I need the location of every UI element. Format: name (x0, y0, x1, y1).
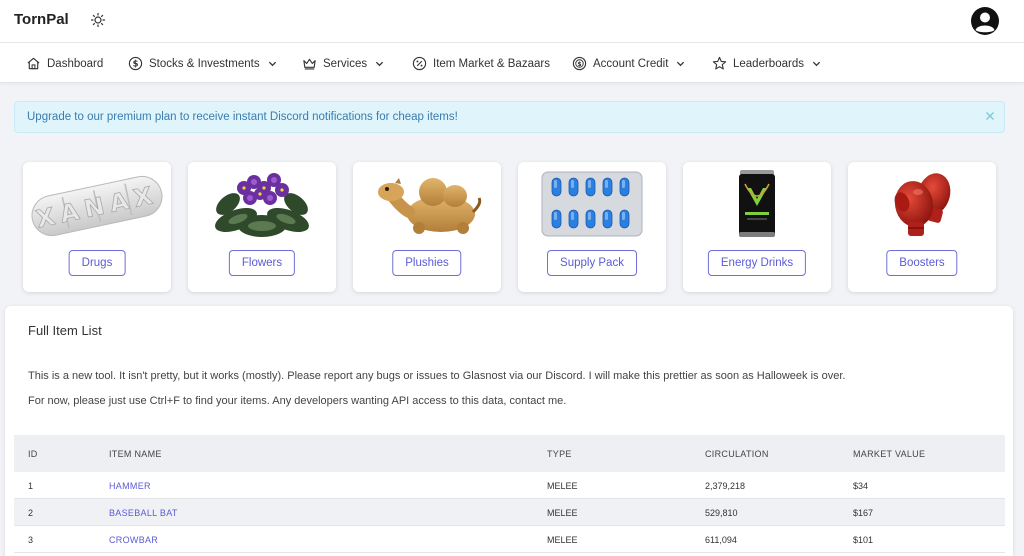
category-card-plushies: Plushies (353, 162, 501, 292)
column-header-id: ID (28, 449, 38, 459)
cell-market-value: $34 (853, 481, 869, 491)
column-header-type: TYPE (547, 449, 572, 459)
energy-can-image (739, 170, 775, 237)
dollar-circle-icon: $ (128, 56, 143, 71)
svg-text:$: $ (133, 59, 139, 69)
flowers-button[interactable]: Flowers (228, 250, 296, 276)
nav-label: Account Credit (593, 57, 669, 70)
premium-alert: Upgrade to our premium plan to receive i… (14, 101, 1005, 133)
boosters-button[interactable]: Boosters (886, 250, 958, 276)
crown-icon (303, 58, 316, 70)
category-card-drugs: XANAX Drugs (23, 162, 171, 292)
xanax-pill-image: XANAX (31, 175, 163, 237)
category-card-energy-drinks: Energy Drinks (683, 162, 831, 292)
cell-market-value: $101 (853, 535, 874, 545)
cell-type: MELEE (547, 535, 578, 545)
nav-item-leaderboards[interactable]: Leaderboards (712, 55, 821, 72)
nav-item-stocks[interactable]: $ Stocks & Investments (128, 55, 277, 72)
item-list-panel: Full Item List This is a new tool. It is… (5, 306, 1013, 556)
drugs-button[interactable]: Drugs (68, 250, 126, 276)
chevron-down-icon (376, 61, 384, 67)
item-table: ID ITEM NAME TYPE CIRCULATION MARKET VAL… (14, 435, 1005, 553)
app-title[interactable]: TornPal (14, 11, 69, 28)
main-nav: Dashboard $ Stocks & Investments Service… (0, 43, 1024, 83)
cell-market-value: $167 (853, 508, 874, 518)
nav-label: Leaderboards (733, 57, 804, 70)
cell-circulation: 2,379,218 (705, 481, 746, 491)
table-row: 3 CROWBAR MELEE 611,094 $101 (14, 526, 1005, 553)
nav-item-services[interactable]: Services (302, 55, 384, 72)
svg-text:$: $ (577, 61, 581, 68)
chevron-down-icon (677, 61, 685, 67)
discount-icon (412, 56, 427, 71)
item-name-link[interactable]: HAMMER (109, 481, 151, 491)
boxing-gloves-image (894, 173, 951, 236)
category-card-supply-pack: Supply Pack (518, 162, 666, 292)
cell-type: MELEE (547, 481, 578, 491)
blister-pack-image (541, 171, 643, 237)
close-icon[interactable] (984, 110, 996, 122)
cell-id: 1 (28, 481, 34, 491)
avatar-icon[interactable] (970, 6, 1000, 36)
cell-id: 2 (28, 508, 34, 518)
nav-label: Stocks & Investments (149, 57, 260, 70)
coin-icon: $ (572, 56, 587, 71)
camel-plushie-image (378, 178, 482, 234)
table-header: ID ITEM NAME TYPE CIRCULATION MARKET VAL… (14, 435, 1005, 472)
plushies-button[interactable]: Plushies (392, 250, 462, 276)
nav-label: Item Market & Bazaars (433, 57, 550, 70)
home-icon (27, 57, 40, 70)
chevron-down-icon (812, 61, 821, 67)
nav-item-account-credit[interactable]: $ Account Credit (572, 55, 685, 72)
nav-item-item-market[interactable]: Item Market & Bazaars (412, 55, 550, 72)
chevron-down-icon (268, 61, 276, 67)
column-header-circulation: CIRCULATION (705, 449, 769, 459)
panel-description: For now, please just use Ctrl+F to find … (28, 395, 567, 407)
nav-label: Dashboard (47, 57, 104, 70)
category-card-boosters: Boosters (848, 162, 996, 292)
energy-drinks-button[interactable]: Energy Drinks (707, 250, 807, 276)
item-name-link[interactable]: CROWBAR (109, 535, 158, 545)
nav-label: Services (323, 57, 368, 70)
sun-icon[interactable] (90, 12, 106, 28)
category-card-flowers: Flowers (188, 162, 336, 292)
table-row: 1 HAMMER MELEE 2,379,218 $34 (14, 472, 1005, 499)
nav-item-dashboard[interactable]: Dashboard (26, 55, 103, 72)
cell-circulation: 529,810 (705, 508, 738, 518)
cell-type: MELEE (547, 508, 578, 518)
african-violet-image (215, 173, 309, 237)
cell-id: 3 (28, 535, 34, 545)
star-icon (712, 56, 727, 70)
panel-description: This is a new tool. It isn't pretty, but… (28, 370, 846, 382)
top-bar: TornPal (0, 0, 1024, 43)
supply-pack-button[interactable]: Supply Pack (547, 250, 637, 276)
column-header-item-name: ITEM NAME (109, 449, 162, 459)
column-header-market-value: MARKET VALUE (853, 449, 926, 459)
panel-title: Full Item List (28, 323, 102, 338)
item-name-link[interactable]: BASEBALL BAT (109, 508, 178, 518)
table-row: 2 BASEBALL BAT MELEE 529,810 $167 (14, 499, 1005, 526)
cell-circulation: 611,094 (705, 535, 737, 545)
alert-text: Upgrade to our premium plan to receive i… (27, 111, 458, 123)
